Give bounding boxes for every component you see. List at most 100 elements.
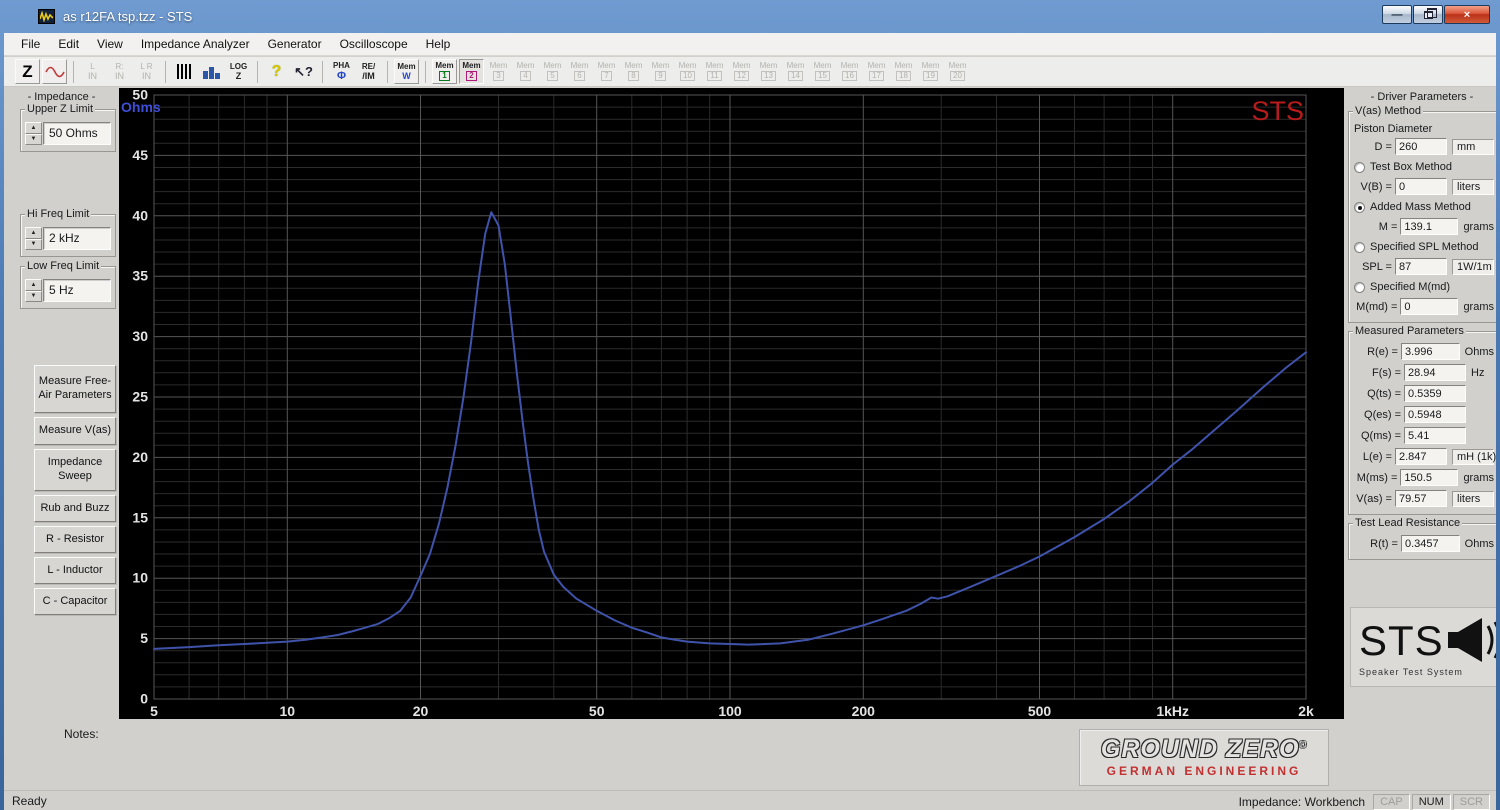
radio-icon[interactable] (1354, 202, 1365, 213)
rub-and-buzz-button[interactable]: Rub and Buzz (34, 495, 116, 522)
spin-down-icon[interactable]: ▼ (25, 291, 42, 303)
menu-help[interactable]: Help (417, 34, 460, 54)
upper-z-field[interactable]: 50 Ohms (43, 122, 111, 145)
parameter-label: V(B) = (1352, 181, 1395, 193)
parameter-label: F(s) = (1352, 367, 1404, 379)
test-lead-resistance-group: Test Lead Resistance R(t) =0.3457Ohms (1348, 523, 1496, 560)
parameter-value-field[interactable]: 150.5 (1400, 469, 1458, 486)
menu-edit[interactable]: Edit (49, 34, 88, 54)
menu-view[interactable]: View (88, 34, 132, 54)
parameter-value-field[interactable]: 3.996 (1401, 343, 1460, 360)
mem-10-button: Mem10 (675, 59, 700, 84)
log-z-button[interactable]: LOGZ (226, 59, 251, 84)
impedance-panel-header: - Impedance - (4, 91, 119, 103)
measure-free-air-parameters-button[interactable]: Measure Free-Air Parameters (34, 365, 116, 413)
mem-2-button[interactable]: Mem2 (459, 59, 484, 84)
close-button[interactable]: × (1444, 5, 1490, 24)
status-indicator-num: NUM (1412, 794, 1451, 810)
parameter-value-field[interactable]: 0 (1395, 178, 1447, 195)
parameter-value-field[interactable]: 0 (1400, 298, 1458, 315)
toolbar-separator (73, 61, 74, 83)
menu-oscilloscope[interactable]: Oscilloscope (331, 34, 417, 54)
impedance-z-button[interactable]: Z (15, 59, 40, 84)
parameter-row: SPL =871W/1m (1352, 257, 1494, 276)
hi-freq-field[interactable]: 2 kHz (43, 227, 111, 250)
parameter-row: M(ms) =150.5grams (1352, 468, 1494, 487)
menu-generator[interactable]: Generator (259, 34, 331, 54)
spin-up-icon[interactable]: ▲ (25, 122, 42, 134)
impedance-chart: 0510152025303540455051020501002005001kHz… (119, 88, 1344, 719)
spin-up-icon[interactable]: ▲ (25, 279, 42, 291)
menu-file[interactable]: File (12, 34, 49, 54)
app-body: FileEditViewImpedance AnalyzerGeneratorO… (4, 33, 1496, 810)
parameter-row: D =260mm (1352, 137, 1494, 156)
low-freq-field[interactable]: 5 Hz (43, 279, 111, 302)
mem-1-button[interactable]: Mem1 (432, 59, 457, 84)
mem-8-button: Mem8 (621, 59, 646, 84)
hi-freq-spinner[interactable]: ▲ ▼ (25, 227, 42, 250)
radio-icon[interactable] (1354, 242, 1365, 253)
mem-17-button: Mem17 (864, 59, 889, 84)
radio-icon[interactable] (1354, 162, 1365, 173)
histogram-button[interactable] (199, 59, 224, 84)
parameter-value-field[interactable]: 2.847 (1395, 448, 1447, 465)
sine-generator-button[interactable] (42, 59, 67, 84)
spin-up-icon[interactable]: ▲ (25, 227, 42, 239)
low-freq-spinner[interactable]: ▲ ▼ (25, 279, 42, 302)
c-capacitor-button[interactable]: C - Capacitor (34, 588, 116, 615)
svg-text:40: 40 (132, 207, 148, 223)
mem-w-button[interactable]: MemW (394, 59, 419, 84)
impedance-sweep-button[interactable]: Impedance Sweep (34, 449, 116, 491)
parameter-value-field[interactable]: 0.5948 (1404, 406, 1466, 423)
spin-down-icon[interactable]: ▼ (25, 239, 42, 251)
parameter-value-field[interactable]: 28.94 (1404, 364, 1466, 381)
parameter-row: R(e) =3.996Ohms (1352, 342, 1494, 361)
parameter-value-field[interactable]: 79.57 (1395, 490, 1447, 507)
parameter-row: F(s) =28.94Hz (1352, 363, 1494, 382)
mem-16-button: Mem16 (837, 59, 862, 84)
parameter-value-field[interactable]: 0.3457 (1401, 535, 1460, 552)
specified-m-md-radio[interactable]: Specified M(md) (1354, 278, 1494, 296)
added-mass-method-radio[interactable]: Added Mass Method (1354, 198, 1494, 216)
ground-zero-logo: GROUND ZERO® GERMAN ENGINEERING (1079, 729, 1329, 786)
minimize-button[interactable]: — (1382, 5, 1412, 24)
parameter-unit: grams (1463, 472, 1494, 484)
measured-parameters-rows: R(e) =3.996Ohms F(s) =28.94Hz Q(ts) =0.535… (1352, 342, 1494, 508)
spin-down-icon[interactable]: ▼ (25, 134, 42, 146)
restore-button[interactable] (1413, 5, 1443, 24)
menu-bar: FileEditViewImpedance AnalyzerGeneratorO… (4, 33, 1496, 56)
svg-text:100: 100 (718, 703, 742, 719)
parameter-value-field[interactable]: 5.41 (1404, 427, 1466, 444)
piston-diameter-label: Piston Diameter (1354, 123, 1494, 135)
test-box-method-radio[interactable]: Test Box Method (1354, 158, 1494, 176)
parameter-label: M(md) = (1352, 301, 1400, 313)
sts-logo: STS Speaker Test System (1350, 607, 1496, 687)
menu-impedance-analyzer[interactable]: Impedance Analyzer (132, 34, 259, 54)
svg-text:20: 20 (413, 703, 429, 719)
real-imaginary-button[interactable]: RE//IM (356, 59, 381, 84)
context-help-button[interactable]: ↖? (291, 59, 316, 84)
l-inductor-button[interactable]: L - Inductor (34, 557, 116, 584)
parameter-unit: mH (1k) (1452, 449, 1494, 465)
toolbar-separator (257, 61, 258, 83)
parameter-value-field[interactable]: 260 (1395, 138, 1447, 155)
phase-button[interactable]: PHAΦ (329, 59, 354, 84)
mem-15-button: Mem15 (810, 59, 835, 84)
upper-z-spinner[interactable]: ▲ ▼ (25, 122, 42, 145)
piano-bars-button[interactable] (172, 59, 197, 84)
radio-icon[interactable] (1354, 282, 1365, 293)
svg-text:0: 0 (140, 691, 148, 707)
specified-spl-method-radio[interactable]: Specified SPL Method (1354, 238, 1494, 256)
measure-v-as-button[interactable]: Measure V(as) (34, 417, 116, 445)
parameter-value-field[interactable]: 87 (1395, 258, 1447, 275)
driver-parameters-header: - Driver Parameters - (1344, 91, 1496, 103)
parameter-value-field[interactable]: 0.5359 (1404, 385, 1466, 402)
right-in-button: R:IN (107, 59, 132, 84)
r-resistor-button[interactable]: R - Resistor (34, 526, 116, 553)
mem-5-button: Mem5 (540, 59, 565, 84)
svg-text:5: 5 (150, 703, 158, 719)
parameter-value-field[interactable]: 139.1 (1400, 218, 1458, 235)
parameter-row: Q(ts) =0.5359 (1352, 384, 1494, 403)
help-button[interactable]: ? (264, 59, 289, 84)
vas-method-label: V(as) Method (1353, 105, 1423, 117)
